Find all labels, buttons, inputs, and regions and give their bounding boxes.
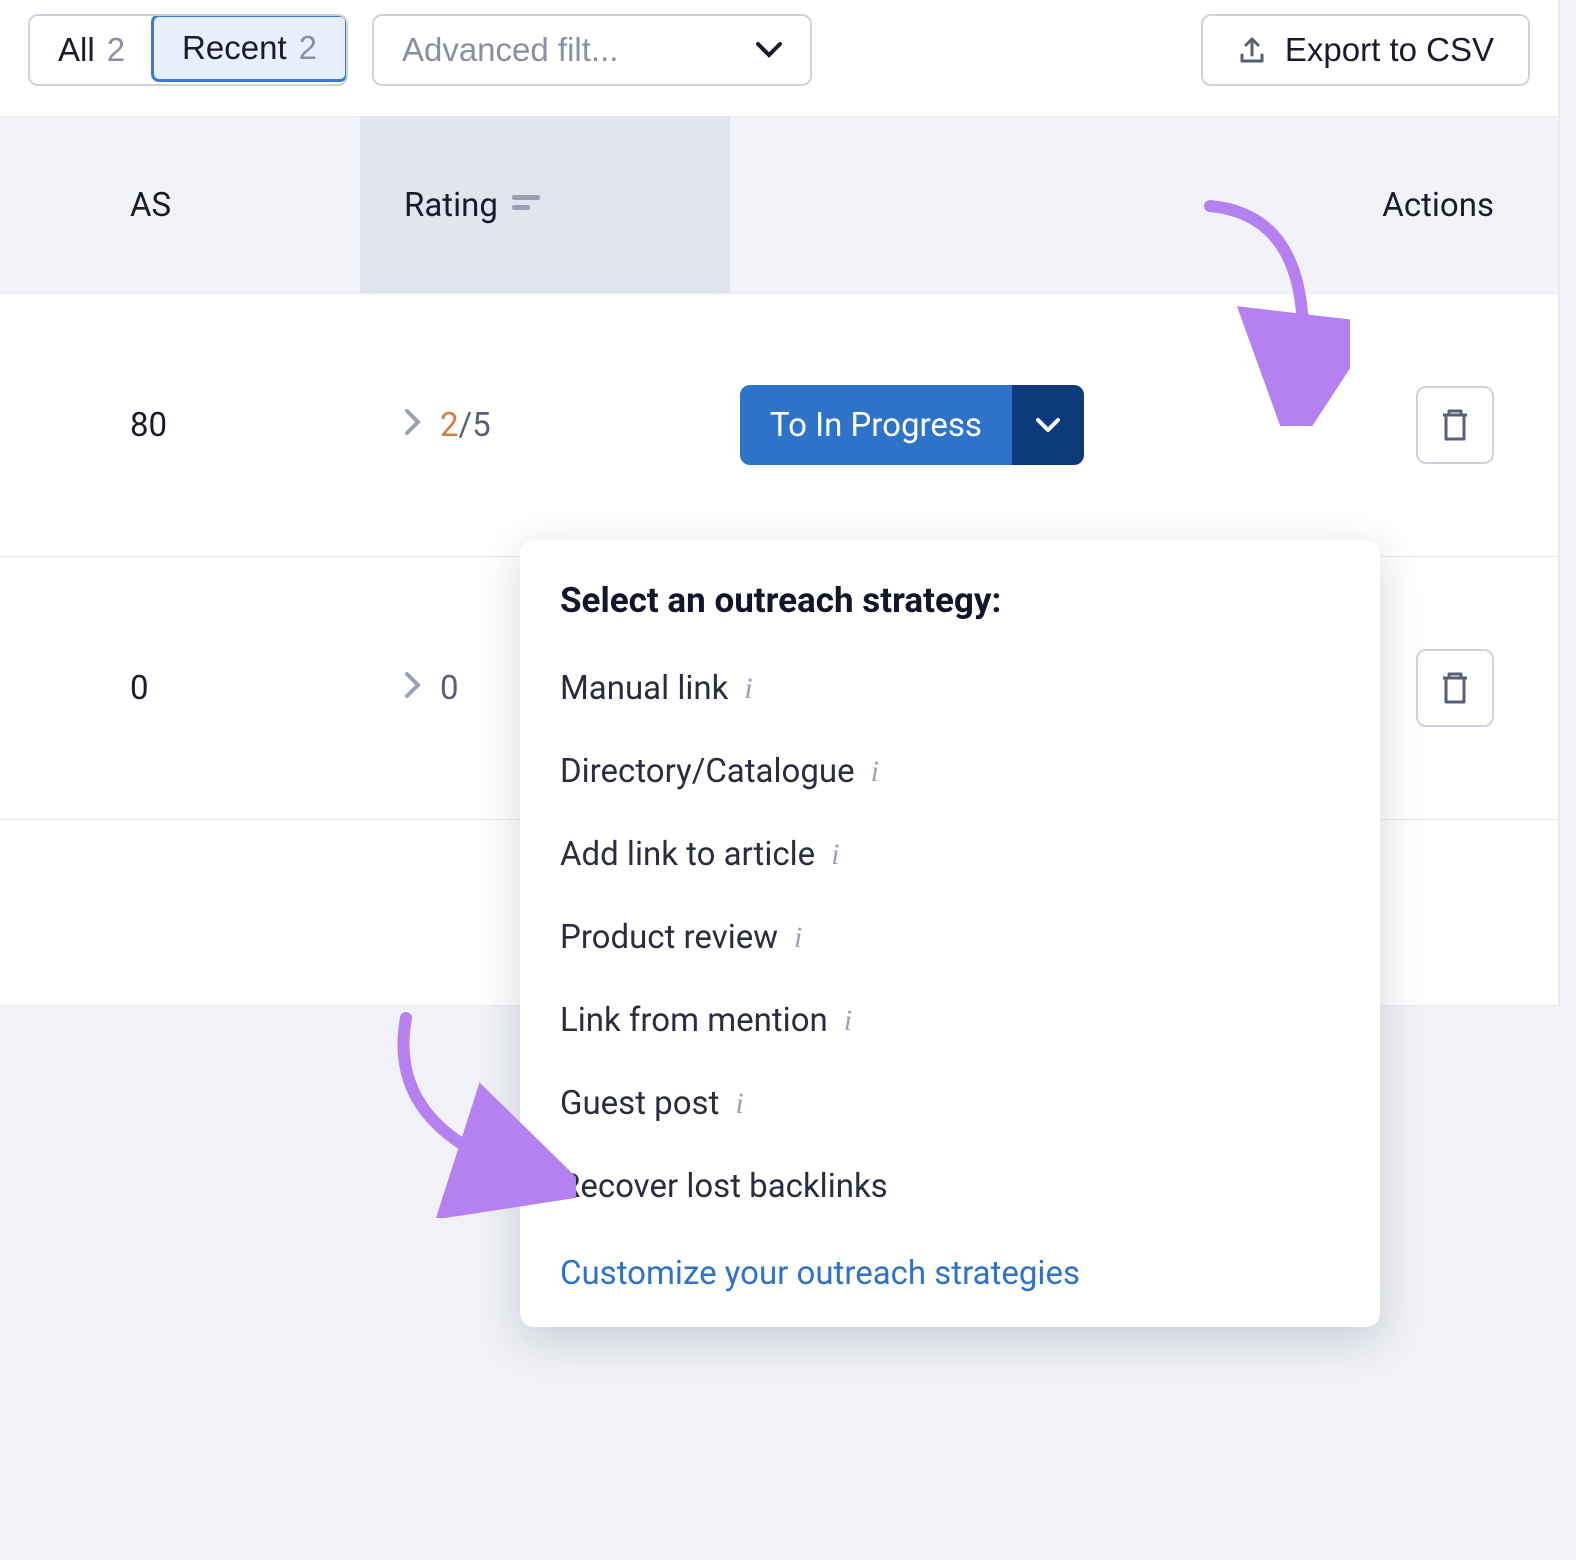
info-icon[interactable]: i — [794, 921, 802, 955]
rating-value: 2 — [440, 406, 459, 445]
delete-button[interactable] — [1416, 386, 1494, 464]
strategy-option-product-review[interactable]: Product review i — [520, 896, 1380, 979]
advanced-filters-dropdown[interactable]: Advanced filt... — [372, 14, 812, 86]
outreach-strategy-dropdown: Select an outreach strategy: Manual link… — [520, 540, 1380, 1327]
cell-actions — [1338, 386, 1558, 464]
status-dropdown-toggle[interactable] — [1012, 385, 1084, 465]
status-split-button[interactable]: To In Progress — [740, 385, 1084, 465]
strategy-option-guest-post[interactable]: Guest post i — [520, 1062, 1380, 1145]
tab-recent-count: 2 — [299, 29, 317, 67]
cell-status: To In Progress — [730, 385, 1338, 465]
tab-recent[interactable]: Recent 2 — [151, 14, 348, 82]
info-icon[interactable]: i — [844, 1004, 852, 1038]
trash-icon — [1439, 407, 1471, 443]
rating-max: /5 — [459, 406, 491, 445]
chevron-down-icon — [1036, 418, 1060, 432]
info-icon[interactable]: i — [735, 1087, 743, 1121]
strategy-option-directory-catalogue[interactable]: Directory/Catalogue i — [520, 730, 1380, 813]
column-header-actions: Actions — [1338, 186, 1558, 225]
trash-icon — [1439, 670, 1471, 706]
table-row: 80 2/5 To In Progress — [0, 294, 1558, 557]
strategy-option-link-from-mention[interactable]: Link from mention i — [520, 979, 1380, 1062]
column-header-rating[interactable]: Rating — [360, 117, 730, 293]
view-tabs: All 2 Recent 2 — [28, 14, 348, 86]
chevron-down-icon — [756, 42, 782, 58]
strategy-option-add-link-to-article[interactable]: Add link to article i — [520, 813, 1380, 896]
advanced-filters-label: Advanced filt... — [402, 31, 618, 69]
dropdown-title: Select an outreach strategy: — [520, 580, 1380, 647]
cell-as: 80 — [0, 406, 360, 445]
chevron-right-icon — [404, 669, 422, 708]
customize-strategies-link[interactable]: Customize your outreach strategies — [520, 1228, 1380, 1293]
table-header-row: AS Rating Actions — [0, 116, 1558, 294]
delete-button[interactable] — [1416, 649, 1494, 727]
info-icon[interactable]: i — [831, 838, 839, 872]
strategy-option-manual-link[interactable]: Manual link i — [520, 647, 1380, 730]
status-label[interactable]: To In Progress — [740, 385, 1012, 465]
cell-as: 0 — [0, 669, 360, 708]
info-icon[interactable]: i — [871, 755, 879, 789]
rating-value: 0 — [440, 669, 459, 708]
tab-all[interactable]: All 2 — [30, 16, 153, 84]
strategy-option-recover-lost-backlinks[interactable]: Recover lost backlinks — [520, 1145, 1380, 1228]
sort-icon — [512, 193, 540, 217]
info-icon[interactable]: i — [744, 672, 752, 706]
tab-recent-label: Recent — [182, 29, 287, 67]
toolbar: All 2 Recent 2 Advanced filt... Export t… — [0, 0, 1558, 116]
tab-all-count: 2 — [107, 31, 125, 69]
export-label: Export to CSV — [1285, 31, 1494, 69]
chevron-right-icon — [404, 406, 422, 445]
column-header-as[interactable]: AS — [0, 186, 360, 225]
cell-rating[interactable]: 2/5 — [360, 406, 730, 445]
export-icon — [1237, 35, 1267, 65]
export-csv-button[interactable]: Export to CSV — [1201, 14, 1530, 86]
tab-all-label: All — [58, 31, 95, 69]
